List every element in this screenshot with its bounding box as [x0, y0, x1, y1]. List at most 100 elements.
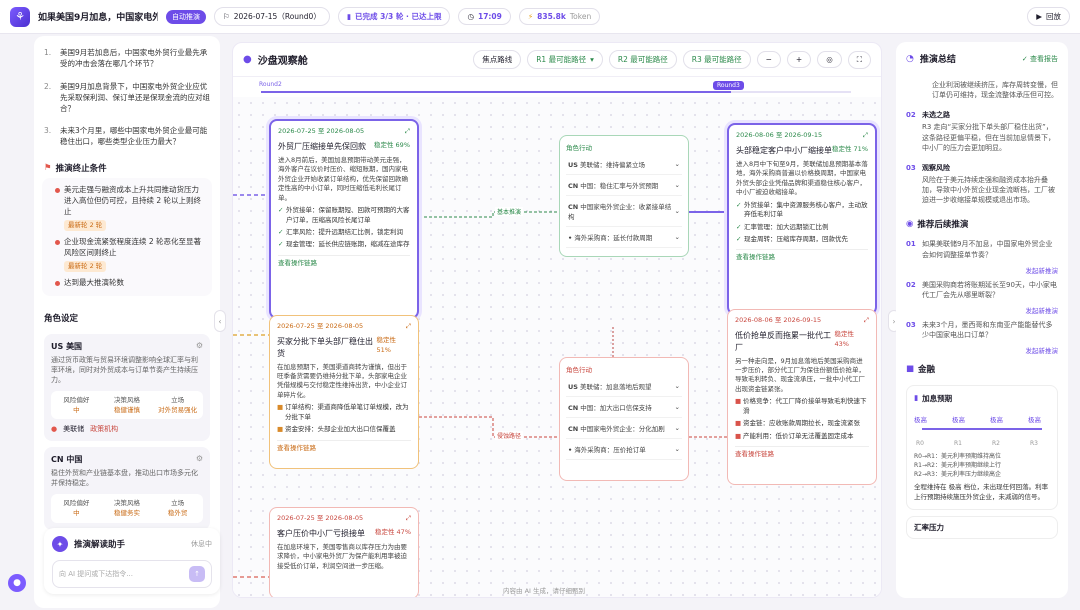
dot-icon: ●	[243, 54, 252, 65]
scenario-node[interactable]: 2026-08-06 至 2026-09-15 ⤢ 低价抢单反而拖累一批代工厂 稳定…	[727, 309, 877, 485]
chevron-down-icon: ⌄	[674, 382, 680, 390]
start-new-simulation-link[interactable]: 发起新推演	[896, 305, 1068, 315]
zoom-out-button[interactable]: −	[756, 51, 781, 68]
view-chain-link[interactable]: 查看操作链路	[735, 445, 869, 459]
forecast-point: 极高	[1028, 416, 1041, 425]
forecast-note: R1→R2：美元利率预期继续上行	[914, 462, 1002, 470]
target-icon[interactable]: ◎	[817, 51, 842, 68]
settings-toggle-icon[interactable]: ⚙	[196, 454, 203, 465]
condition-item: 美元走强与融资成本上升共同推动货压力进入高位但仍可控，且持续 2 轮以上则终止最…	[42, 182, 212, 234]
graph-canvas[interactable]: 基本推演 侵蚀路径 2026-07-25 至 2026-08-05 ⤢ 外贸厂压缩…	[233, 97, 881, 597]
node-date-text: 2026-07-25 至 2026-08-05	[277, 514, 364, 522]
role-action-row[interactable]: • 海外采购商：压价抢订单 ⌄	[566, 439, 682, 460]
node-bullet: 价格竞争：代工厂降价接单导致毛利快速下滑	[735, 397, 869, 416]
focus-route-toggle[interactable]: 焦点路线	[473, 50, 522, 69]
round-marker-3[interactable]: Round3	[713, 81, 744, 90]
role-attr-key: 决策风格	[114, 498, 140, 507]
route-r3-select[interactable]: R3 最可能路径	[682, 50, 751, 69]
role-attr-value: 稳健谨慎	[114, 406, 140, 414]
role-action-row[interactable]: CN 中国：加大出口信保支持 ⌄	[566, 397, 682, 418]
role-action-row[interactable]: • 海外采购商：延长付款周期 ⌄	[566, 227, 682, 248]
flag-icon: ⚐	[223, 12, 230, 21]
timeline-progress	[261, 91, 731, 93]
role-action-text: 中国：稳住汇率与外贸预期	[580, 182, 659, 190]
role-action-text: 美联储：加息落地后观望	[580, 383, 652, 391]
scenario-node[interactable]: 2026-07-25 至 2026-08-05 ⤢ 买家分批下单头部厂稳住出货 稳定…	[269, 315, 419, 469]
scenario-node[interactable]: 2026-07-25 至 2026-08-05 ⤢ 客户压价中小厂亏损接单 稳定性 …	[269, 507, 419, 597]
user-avatar[interactable]: ●	[8, 574, 26, 592]
node-date: 2026-07-25 至 2026-08-05 ⤢	[277, 322, 411, 331]
expand-icon[interactable]: ⤢	[405, 127, 410, 136]
route-r1-select[interactable]: R1 最可能路径 ▾	[527, 50, 603, 69]
simulation-title: 如果美国9月加息，中国家电外贸...	[38, 13, 158, 23]
chat-input[interactable]: 向 AI 提问或下达指令... ↑	[52, 560, 212, 588]
settings-toggle-icon[interactable]: ⚙	[196, 341, 203, 352]
start-new-simulation-link[interactable]: 发起新推演	[896, 345, 1068, 355]
role-card-cn[interactable]: CN 中国 ⚙ 稳住外贸和产业链基本盘，推动出口市场多元化并保持稳定。 风险偏好中…	[44, 447, 210, 530]
round-marker-2[interactable]: Round2	[259, 81, 282, 88]
forecast-point: 极高	[990, 416, 1003, 425]
role-action-text: 海外采购商：延长付款周期	[574, 234, 653, 242]
node-date-text: 2026-07-25 至 2026-08-05	[278, 127, 365, 135]
fullscreen-icon[interactable]: ⛶	[847, 50, 871, 69]
route-r2-select[interactable]: R2 最可能路径	[608, 50, 677, 69]
chevron-down-icon: ⌄	[674, 233, 680, 241]
date-range-pill: ⚐ 2026-07-15（Round0）	[214, 7, 330, 26]
question-item[interactable]: 1. 美国9月若加息后，中国家电外贸行业最先承受的冲击会落在哪几个环节？	[34, 42, 220, 76]
forecast-summary: 全程维持在 极高 档位，未出现任何回落。利率上行预期持续施压外贸企业，未减弱的信…	[914, 483, 1049, 501]
role-card-us[interactable]: US 美国 ⚙ 通过货币政策与贸易环境调整影响全球汇率与利率环境，同时对外贸成本与…	[44, 334, 210, 442]
clock-icon: ◷	[467, 12, 474, 21]
expand-icon[interactable]: ⤢	[864, 316, 869, 325]
forecast-point: 极高	[952, 416, 965, 425]
replay-button[interactable]: ▶ 回放	[1027, 7, 1070, 26]
scenario-node[interactable]: 2026-08-06 至 2026-09-15 ⤢ 头部稳定客户中小厂缩接单 稳定性…	[727, 123, 877, 315]
role-code: CN	[568, 182, 579, 190]
view-report-button[interactable]: ✓ 查看报告	[1022, 54, 1058, 64]
chat-title: 推演解读助手	[74, 540, 126, 550]
forecast-title: 加息预期	[922, 394, 953, 404]
token-unit: Token	[569, 12, 592, 21]
chat-header: ✦ 推演解读助手 休息中	[52, 536, 212, 552]
node-bullet: 产能利用：低价订单无法覆盖固定成本	[735, 432, 869, 442]
collapse-left-button[interactable]: ‹	[214, 310, 226, 332]
expand-icon[interactable]: ⤢	[863, 131, 868, 140]
role-action-row[interactable]: US 美联储：加息落地后观望 ⌄	[566, 376, 682, 397]
question-number: 1.	[44, 48, 52, 57]
role-action-row[interactable]: CN 中国家电外贸企业：收紧接单结构 ⌄	[566, 196, 682, 227]
send-icon[interactable]: ↑	[189, 566, 205, 582]
round-timeline: Round2 Round3	[233, 81, 881, 97]
role-attr: 风险偏好中	[51, 498, 102, 519]
role-action-row[interactable]: CN 中国家电外贸企业：分化加剧 ⌄	[566, 418, 682, 439]
role-name: 中国	[66, 455, 83, 465]
role-action-row[interactable]: CN 中国：稳住汇率与外贸预期 ⌄	[566, 175, 682, 196]
question-item[interactable]: 2. 美国9月加息背景下，中国家电外贸企业应优先采取保利润、保订单还是保现金流的应…	[34, 76, 220, 121]
node-title-text: 外贸厂压缩接单先保回款	[278, 142, 366, 152]
condition-item: 企业现金流紧张程度连续 2 轮恶化至显著风险区间则终止 最新轮 2 轮	[42, 234, 212, 275]
role-attr-key: 风险偏好	[63, 498, 90, 507]
chevron-left-icon: ‹	[218, 316, 222, 326]
expand-icon[interactable]: ⤢	[406, 514, 411, 523]
app-logo-icon[interactable]: ⚘	[10, 6, 30, 27]
chevron-down-icon: ⌄	[674, 207, 680, 215]
view-chain-link[interactable]: 查看操作链路	[277, 439, 411, 453]
expand-icon[interactable]: ⤢	[406, 322, 411, 331]
summary-item-text: R3 走向“买家分批下单头部厂稳住出货”，这条路径更偏平稳，但在当前加息情景下，…	[922, 123, 1055, 152]
bars-icon: ▮	[346, 12, 351, 21]
node-bullet: 资金链：应收账款周期拉长，现金流紧张	[735, 419, 869, 429]
view-chain-link[interactable]: 查看操作链路	[736, 249, 868, 262]
zoom-in-button[interactable]: +	[786, 51, 812, 68]
summary-item-title: 观察风险	[922, 163, 950, 172]
flag-icon: ⚑	[44, 163, 52, 174]
followup-number: 02	[906, 280, 916, 289]
role-action-row[interactable]: US 美联储：维持偏紧立场 ⌄	[566, 154, 682, 175]
role-action-node[interactable]: 角色行动 US 美联储：维持偏紧立场 ⌄ CN 中国：稳住汇率与外贸预期 ⌄ CN …	[559, 135, 689, 257]
assistant-chat: ✦ 推演解读助手 休息中 向 AI 提问或下达指令... ↑	[44, 528, 220, 594]
scenario-node[interactable]: 2026-07-25 至 2026-08-05 ⤢ 外贸厂压缩接单先保回款 稳定性 …	[269, 119, 419, 319]
node-title: 客户压价中小厂亏损接单 稳定性 47%	[277, 528, 411, 540]
view-chain-link[interactable]: 查看操作链路	[278, 254, 410, 268]
question-item[interactable]: 3. 未来3个月里，哪些中国家电外贸企业最可能稳住出口，哪些类型企业压力最大？	[34, 120, 220, 154]
followup-text: 未来3个月，墨西哥和东南亚产能能替代多少中国家电出口订单？	[922, 320, 1053, 340]
start-new-simulation-link[interactable]: 发起新推演	[896, 265, 1068, 275]
role-action-node[interactable]: 角色行动 US 美联储：加息落地后观望 ⌄ CN 中国：加大出口信保支持 ⌄ CN …	[559, 357, 689, 481]
role-action-text: 中国：加大出口信保支持	[580, 404, 652, 412]
